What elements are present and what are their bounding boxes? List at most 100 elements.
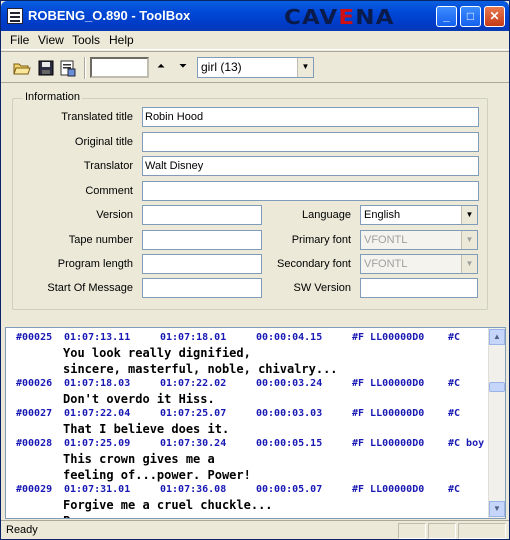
primary-font-label: Primary font [291,234,351,246]
secondary-font-selected: VFONTL [364,258,408,270]
cavena-logo: CAVENA [284,5,395,29]
status-text: Ready [6,524,38,536]
subtitle-in: 01:07:18.03 [64,378,131,389]
translator-label: Translator [83,160,133,172]
primary-font-dropdown: VFONTL ▼ [360,230,478,250]
subtitle-text-line[interactable]: This crown gives me a [63,452,215,466]
menu-view[interactable]: View [38,33,64,47]
language-dropdown[interactable]: English ▼ [360,205,478,225]
subtitle-in: 01:07:31.01 [64,484,131,495]
properties-icon[interactable] [59,59,77,77]
language-selected: English [364,209,401,221]
subtitle-font: #F LL00000D0 [352,408,425,419]
next-arrow-icon[interactable]: ⏷ [176,60,190,74]
minimize-button[interactable]: _ [436,6,457,27]
translated-title-label: Translated title [61,111,133,123]
subtitle-font: #F LL00000D0 [352,378,425,389]
subtitle-dur: 00:00:03.03 [256,408,323,419]
subtitle-in: 01:07:22.04 [64,408,131,419]
subtitle-text-line[interactable]: Forgive me a cruel chuckle... [63,498,273,512]
menu-bar: File View Tools Help [1,31,509,50]
subtitle-text-line[interactable]: feeling of...power. Power! [63,468,251,482]
save-disk-icon[interactable] [37,59,55,77]
toolbox-window: ROBENG_O.890 - ToolBox CAVENA _ □ ✕ File… [0,0,510,540]
subtitle-num: #00026 [16,378,53,389]
subtitle-col: #C boy [448,438,485,449]
subtitle-text-line[interactable]: sincere, masterful, noble, chivalry... [63,362,338,376]
sw-version-field[interactable] [360,278,478,298]
secondary-font-label: Secondary font [277,258,351,270]
status-panel [458,523,506,539]
subtitle-out: 01:07:25.07 [160,408,227,419]
language-label: Language [302,209,351,221]
scroll-down-icon[interactable]: ▼ [489,501,505,517]
scroll-up-icon[interactable]: ▲ [489,329,505,345]
start-of-message-label: Start Of Message [47,282,133,294]
subtitle-font: #F LL00000D0 [352,484,425,495]
primary-font-selected: VFONTL [364,234,408,246]
chevron-down-icon[interactable]: ▼ [461,206,477,224]
status-panel [398,523,426,539]
toolbar: ⏶ ⏷ girl (13) ▼ [1,51,509,83]
version-label: Version [96,209,133,221]
subtitle-number-input[interactable] [90,57,149,78]
subtitle-in: 01:07:25.09 [64,438,131,449]
subtitle-text-line[interactable]: You look really dignified, [63,346,251,360]
vertical-scrollbar[interactable]: ▲ ▼ [488,328,505,518]
subtitle-font: #F LL00000D0 [352,438,425,449]
speaker-selected: girl (13) [201,60,242,74]
version-field[interactable] [142,205,262,225]
information-group-title: Information [23,91,83,103]
menu-tools[interactable]: Tools [72,33,100,47]
comment-field[interactable] [142,181,479,201]
subtitle-col: #C [448,484,461,495]
subtitle-dur: 00:00:05.15 [256,438,323,449]
subtitle-out: 01:07:22.02 [160,378,227,389]
program-length-label: Program length [57,258,133,270]
tape-number-label: Tape number [68,234,133,246]
maximize-button[interactable]: □ [460,6,481,27]
subtitle-dur: 00:00:04.15 [256,332,323,343]
status-bar: Ready [1,520,509,539]
original-title-label: Original title [74,136,133,148]
chevron-down-icon: ▼ [461,255,477,273]
app-icon [7,8,23,24]
close-button[interactable]: ✕ [484,6,505,27]
open-folder-icon[interactable] [13,59,31,77]
original-title-field[interactable] [142,132,479,152]
scroll-thumb[interactable] [489,382,505,392]
subtitle-num: #00029 [16,484,53,495]
subtitle-text-line[interactable]: That I believe does it. [63,422,229,436]
subtitle-font: #F LL00000D0 [352,332,425,343]
status-panel [428,523,456,539]
subtitle-num: #00028 [16,438,53,449]
subtitle-num: #00025 [16,332,53,343]
speaker-dropdown[interactable]: girl (13) ▼ [197,57,314,78]
comment-label: Comment [85,185,133,197]
chevron-down-icon[interactable]: ▼ [297,58,313,77]
subtitle-dur: 00:00:05.07 [256,484,323,495]
program-length-field[interactable] [142,254,262,274]
title-bar[interactable]: ROBENG_O.890 - ToolBox CAVENA _ □ ✕ [1,1,509,31]
translator-field[interactable]: Walt Disney [142,156,479,176]
subtitle-out: 01:07:18.01 [160,332,227,343]
subtitle-col: #C [448,332,461,343]
subtitle-text-line[interactable]: Power... [63,514,121,518]
start-of-message-field[interactable] [142,278,262,298]
previous-arrow-icon[interactable]: ⏶ [154,60,168,74]
chevron-down-icon: ▼ [461,231,477,249]
secondary-font-dropdown: VFONTL ▼ [360,254,478,274]
subtitle-num: #00027 [16,408,53,419]
menu-help[interactable]: Help [109,33,134,47]
window-title: ROBENG_O.890 - ToolBox [28,8,191,23]
subtitle-list[interactable]: ▲ ▼ #00025 01:07:13.11 01:07:18.01 00:00:04… [5,327,506,519]
subtitle-col: #C [448,378,461,389]
subtitle-out: 01:07:36.08 [160,484,227,495]
translated-title-field[interactable]: Robin Hood [142,107,479,127]
tape-number-field[interactable] [142,230,262,250]
subtitle-text-line[interactable]: Don't overdo it Hiss. [63,392,215,406]
subtitle-col: #C [448,408,461,419]
menu-file[interactable]: File [10,33,29,47]
subtitle-out: 01:07:30.24 [160,438,227,449]
subtitle-in: 01:07:13.11 [64,332,131,343]
